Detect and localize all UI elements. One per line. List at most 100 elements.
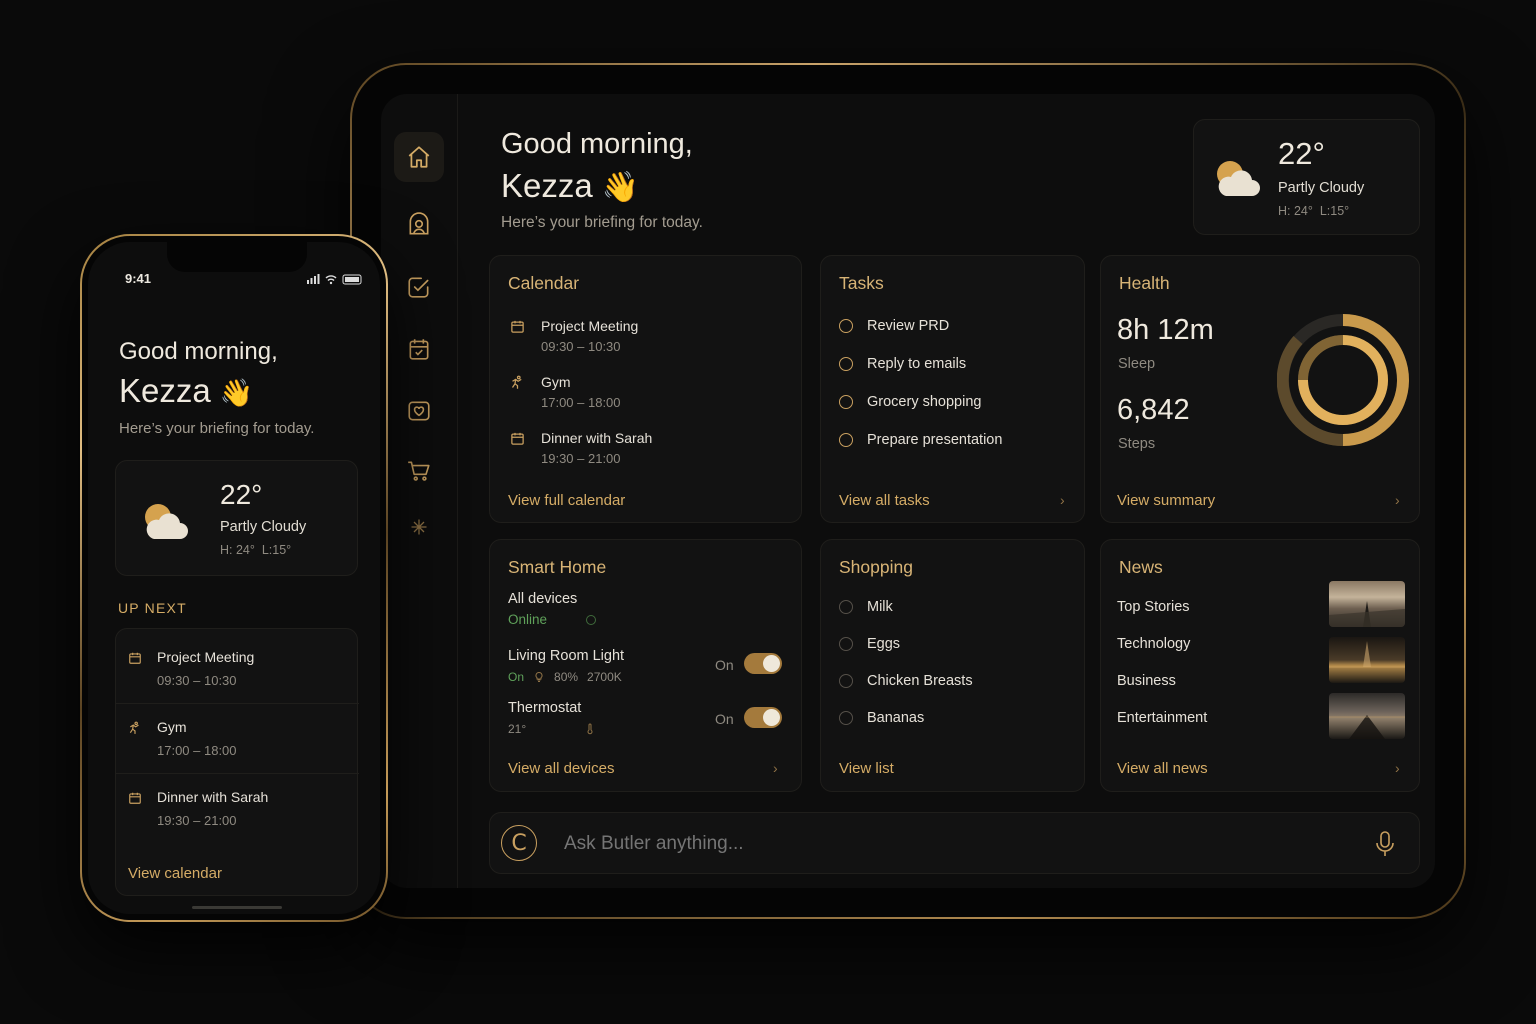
sidebar-item-shopping[interactable] — [394, 446, 444, 496]
living-room-light-toggle[interactable] — [744, 653, 782, 674]
task-label: Reply to emails — [867, 356, 967, 372]
toggle-label: On — [715, 711, 734, 727]
assistant-bar[interactable]: C — [489, 812, 1420, 874]
calendar-icon — [129, 652, 141, 664]
sidebar-item-butler[interactable] — [394, 200, 444, 250]
greeting-name-row: Kezza 👋 — [501, 164, 703, 210]
event-item[interactable]: Dinner with Sarah 19:30 – 21:00 — [510, 430, 652, 466]
task-item[interactable]: Grocery shopping — [839, 394, 981, 410]
wave-emoji: 👋 — [219, 378, 254, 408]
greeting: Good morning, Kezza 👋 Here’s your briefi… — [501, 124, 703, 232]
chevron-right-icon[interactable]: › — [1395, 492, 1400, 508]
activity-rings — [1277, 314, 1409, 447]
item-label: Bananas — [867, 710, 925, 726]
item-checkbox[interactable] — [839, 674, 853, 688]
health-card: Health 8h 12m Sleep 6,842 Steps View sum… — [1100, 255, 1420, 523]
home-indicator[interactable] — [192, 906, 282, 909]
sidebar-item-calendar[interactable] — [394, 324, 444, 374]
item-checkbox[interactable] — [839, 600, 853, 614]
sidebar-item-tasks[interactable] — [394, 262, 444, 312]
event-title: Dinner with Sarah — [541, 430, 653, 446]
phone-weather-card[interactable]: 22° Partly Cloudy H: 24° L:15° — [115, 460, 358, 576]
health-icon — [408, 401, 430, 421]
view-full-calendar-link[interactable]: View full calendar — [508, 492, 625, 509]
shopping-item[interactable]: Chicken Breasts — [839, 673, 973, 689]
chevron-right-icon[interactable]: › — [1395, 760, 1400, 776]
home-icon — [408, 146, 430, 168]
weather-temp: 22° — [1278, 136, 1325, 171]
task-item[interactable]: Reply to emails — [839, 356, 966, 372]
device-name: Thermostat — [508, 700, 582, 716]
phone-events-card: Project Meeting 09:30 – 10:30 Gym 17:00 … — [115, 628, 359, 896]
view-calendar-link[interactable]: View calendar — [128, 865, 222, 882]
cart-icon — [408, 461, 430, 481]
view-list-link[interactable]: View list — [839, 760, 894, 777]
weather-low: L:15° — [261, 543, 292, 557]
sidebar-item-home[interactable] — [394, 132, 444, 182]
event-time: 17:00 – 18:00 — [541, 395, 621, 410]
weather-high: H: 24° — [220, 543, 255, 557]
news-category[interactable]: Technology — [1117, 636, 1190, 652]
news-category[interactable]: Business — [1117, 673, 1176, 689]
shopping-item[interactable]: Eggs — [839, 636, 900, 652]
task-checkbox[interactable] — [839, 395, 853, 409]
event-title: Project Meeting — [157, 649, 255, 665]
task-item[interactable]: Review PRD — [839, 318, 949, 334]
microphone-icon[interactable] — [1375, 831, 1395, 857]
thermostat-toggle[interactable] — [744, 707, 782, 728]
item-checkbox[interactable] — [839, 637, 853, 651]
event-item[interactable]: Gym 17:00 – 18:00 — [510, 374, 621, 410]
task-checkbox[interactable] — [839, 357, 853, 371]
item-label: Milk — [867, 599, 893, 615]
card-title: Tasks — [839, 273, 884, 293]
assistant-input[interactable] — [562, 829, 1326, 859]
divider — [116, 773, 359, 774]
event-item[interactable]: Dinner with Sarah 19:30 – 21:00 — [128, 789, 268, 828]
news-thumbnail[interactable] — [1329, 581, 1405, 627]
device-state: On — [508, 670, 525, 684]
tablet-device: Good morning, Kezza 👋 Here’s your briefi… — [350, 63, 1466, 919]
event-item[interactable]: Gym 17:00 – 18:00 — [128, 719, 237, 758]
event-item[interactable]: Project Meeting 09:30 – 10:30 — [510, 318, 638, 354]
toggle-label: On — [715, 657, 734, 673]
phone-notch — [167, 242, 307, 272]
online-status: Online — [508, 612, 548, 627]
news-thumbnail[interactable] — [1329, 693, 1405, 739]
shopping-item[interactable]: Milk — [839, 599, 893, 615]
event-time: 19:30 – 21:00 — [157, 813, 237, 828]
bulb-icon — [535, 671, 543, 682]
status-time: 9:41 — [125, 271, 152, 286]
task-label: Review PRD — [867, 318, 950, 334]
chevron-right-icon[interactable]: › — [1060, 492, 1065, 508]
news-category[interactable]: Top Stories — [1117, 599, 1190, 615]
calendar-icon — [511, 320, 524, 333]
phone-greeting-subtitle: Here’s your briefing for today. — [119, 420, 315, 437]
tasks-card: Tasks Review PRD Reply to emails Grocery… — [820, 255, 1085, 523]
task-checkbox[interactable] — [839, 319, 853, 333]
view-all-news-link[interactable]: View all news — [1117, 760, 1208, 777]
phone-device: 9:41 Good morning, Kezza 👋 Here’s your b… — [80, 234, 388, 922]
wave-emoji: 👋 — [601, 171, 640, 204]
view-all-devices-link[interactable]: View all devices — [508, 760, 614, 777]
gym-icon — [511, 375, 522, 389]
sparkle-icon — [411, 519, 427, 535]
weather-card[interactable]: 22° Partly Cloudy H: 24° L:15° — [1193, 119, 1420, 235]
news-category[interactable]: Entertainment — [1117, 710, 1207, 726]
weather-range: H: 24° L:15° — [220, 543, 291, 557]
butler-logo-icon[interactable]: C — [501, 825, 537, 861]
butler-icon — [409, 212, 429, 235]
event-item[interactable]: Project Meeting 09:30 – 10:30 — [128, 649, 254, 688]
sidebar-item-more[interactable] — [394, 502, 444, 552]
sidebar-item-health[interactable] — [394, 386, 444, 436]
chevron-right-icon[interactable]: › — [773, 760, 778, 776]
view-summary-link[interactable]: View summary — [1117, 492, 1215, 509]
phone-bezel: 9:41 Good morning, Kezza 👋 Here’s your b… — [82, 236, 386, 920]
shopping-item[interactable]: Bananas — [839, 710, 924, 726]
news-thumbnail[interactable] — [1329, 637, 1405, 683]
sidebar — [381, 94, 458, 888]
item-checkbox[interactable] — [839, 711, 853, 725]
view-all-tasks-link[interactable]: View all tasks — [839, 492, 930, 509]
task-item[interactable]: Prepare presentation — [839, 432, 1002, 448]
task-checkbox[interactable] — [839, 433, 853, 447]
phone-screen: 9:41 Good morning, Kezza 👋 Here’s your b… — [88, 242, 380, 914]
